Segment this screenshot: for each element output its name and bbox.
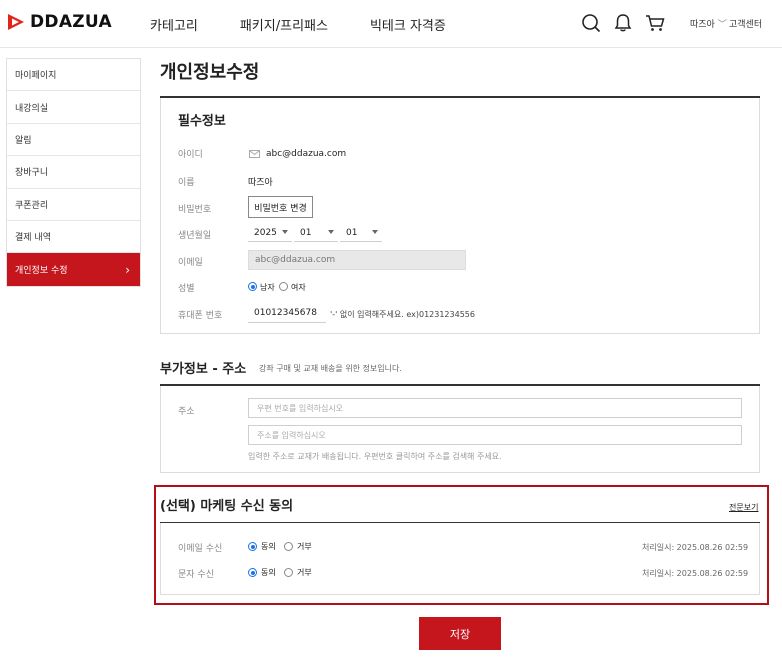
divider <box>160 384 760 386</box>
birth-day-select[interactable]: 01 <box>340 224 382 242</box>
user-menu[interactable]: 따즈아 ﹀ <box>690 17 727 30</box>
sidebar-item-mypage[interactable]: 마이페이지 <box>7 59 140 92</box>
site-header: DDAZUA 카테고리 패키지/프리패스 빅테크 자격증 따즈아 ﹀ 고객센터 <box>0 0 782 48</box>
nav-category[interactable]: 카테고리 <box>150 15 198 34</box>
sidebar-item-edit-profile[interactable]: 개인정보 수정 › <box>7 253 140 286</box>
envelope-icon <box>249 150 260 158</box>
marketing-sms-decline-label: 거부 <box>297 568 312 577</box>
change-password-button[interactable]: 비밀번호 변경 <box>248 196 313 218</box>
sidebar-item-label: 알림 <box>15 135 32 146</box>
password-label: 비밀번호 <box>178 205 212 215</box>
sidebar-item-cart[interactable]: 장바구니 <box>7 156 140 189</box>
address-hint: 입력한 주소로 교재가 배송됩니다. 우편번호 클릭하여 주소를 검색해 주세요… <box>248 452 502 461</box>
sidebar-item-label: 쿠폰관리 <box>15 200 49 211</box>
email-field: abc@ddazua.com <box>248 250 466 270</box>
birth-year-select[interactable]: 2025 <box>248 224 292 242</box>
required-info-title: 필수정보 <box>178 114 226 129</box>
sidebar-item-label: 개인정보 수정 <box>15 266 68 277</box>
birth-month-select[interactable]: 01 <box>294 224 338 242</box>
marketing-title: (선택) 마케팅 수신 동의 <box>160 499 294 514</box>
cart-icon[interactable] <box>645 13 665 33</box>
chevron-right-icon: › <box>125 263 130 278</box>
phone-label: 휴대폰 번호 <box>178 311 223 321</box>
gender-female-label: 여자 <box>291 283 306 292</box>
sidebar-item-coupons[interactable]: 쿠폰관리 <box>7 189 140 221</box>
gender-female-radio[interactable] <box>279 282 288 291</box>
address-input[interactable]: 주소를 입력하십시오 <box>248 425 742 445</box>
marketing-email-decline-radio[interactable] <box>284 542 293 551</box>
bell-icon[interactable] <box>613 13 633 33</box>
marketing-sms-timestamp: 처리일시: 2025.08.26 02:59 <box>642 569 749 578</box>
chevron-down-icon <box>372 230 378 234</box>
customer-center-link[interactable]: 고객센터 <box>729 17 762 30</box>
divider <box>160 96 760 98</box>
id-label: 아이디 <box>178 150 203 160</box>
main-nav: 카테고리 패키지/프리패스 빅테크 자격증 <box>150 15 446 34</box>
id-value: abc@ddazua.com <box>266 149 347 159</box>
marketing-email-agree-radio[interactable] <box>248 542 257 551</box>
phone-hint: '-' 없이 입력해주세요. ex)01231234556 <box>330 310 475 319</box>
marketing-email-agree-label: 동의 <box>261 542 276 551</box>
sidebar-item-label: 장바구니 <box>15 168 49 179</box>
sidebar: 마이페이지 내강의실 알림 장바구니 쿠폰관리 결제 내역 개인정보 수정 › <box>6 58 141 287</box>
logo[interactable]: DDAZUA <box>6 12 112 32</box>
logo-text: DDAZUA <box>30 12 112 32</box>
sidebar-item-label: 결제 내역 <box>15 233 51 244</box>
name-label: 이름 <box>178 178 195 188</box>
email-label: 이메일 <box>178 258 203 268</box>
sidebar-item-payments[interactable]: 결제 내역 <box>7 221 140 254</box>
marketing-sms-agree-radio[interactable] <box>248 568 257 577</box>
marketing-sms-agree-label: 동의 <box>261 568 276 577</box>
chevron-down-icon <box>328 230 334 234</box>
sidebar-item-label: 내강의실 <box>15 103 49 114</box>
sidebar-item-classroom[interactable]: 내강의실 <box>7 91 140 124</box>
view-full-terms-link[interactable]: 전문보기 <box>729 502 758 513</box>
additional-info-title: 부가정보 - 주소 <box>160 362 247 377</box>
marketing-email-decline-label: 거부 <box>297 542 312 551</box>
sidebar-item-label: 마이페이지 <box>15 71 57 82</box>
marketing-sms-label: 문자 수신 <box>178 570 214 580</box>
postcode-input[interactable]: 우편 번호를 입력하십시오 <box>248 398 742 418</box>
marketing-email-label: 이메일 수신 <box>178 544 223 554</box>
gender-male-label: 남자 <box>260 283 275 292</box>
birth-year-value: 2025 <box>254 227 277 238</box>
marketing-sms-decline-radio[interactable] <box>284 568 293 577</box>
marketing-box <box>160 522 760 595</box>
gender-label: 성별 <box>178 284 195 294</box>
birth-label: 생년월일 <box>178 231 212 241</box>
address-label: 주소 <box>178 407 195 417</box>
chevron-down-icon <box>282 230 288 234</box>
nav-package[interactable]: 패키지/프리패스 <box>240 15 328 34</box>
birth-day-value: 01 <box>346 227 358 238</box>
search-icon[interactable] <box>581 13 601 33</box>
save-button[interactable]: 저장 <box>419 617 501 650</box>
page-title: 개인정보수정 <box>160 62 260 83</box>
birth-month-value: 01 <box>300 227 312 238</box>
phone-field[interactable]: 01012345678 <box>248 303 326 323</box>
nav-bigtech[interactable]: 빅테크 자격증 <box>370 15 446 34</box>
sidebar-item-notifications[interactable]: 알림 <box>7 124 140 157</box>
gender-male-radio[interactable] <box>248 282 257 291</box>
additional-info-subtitle: 강좌 구매 및 교재 배송을 위한 정보입니다. <box>259 364 402 373</box>
logo-mark-icon <box>8 14 24 30</box>
chevron-down-icon: ﹀ <box>717 20 727 30</box>
name-value: 따즈아 <box>248 178 273 188</box>
marketing-email-timestamp: 처리일시: 2025.08.26 02:59 <box>642 543 749 552</box>
divider <box>160 522 760 523</box>
user-name: 따즈아 <box>690 20 715 30</box>
